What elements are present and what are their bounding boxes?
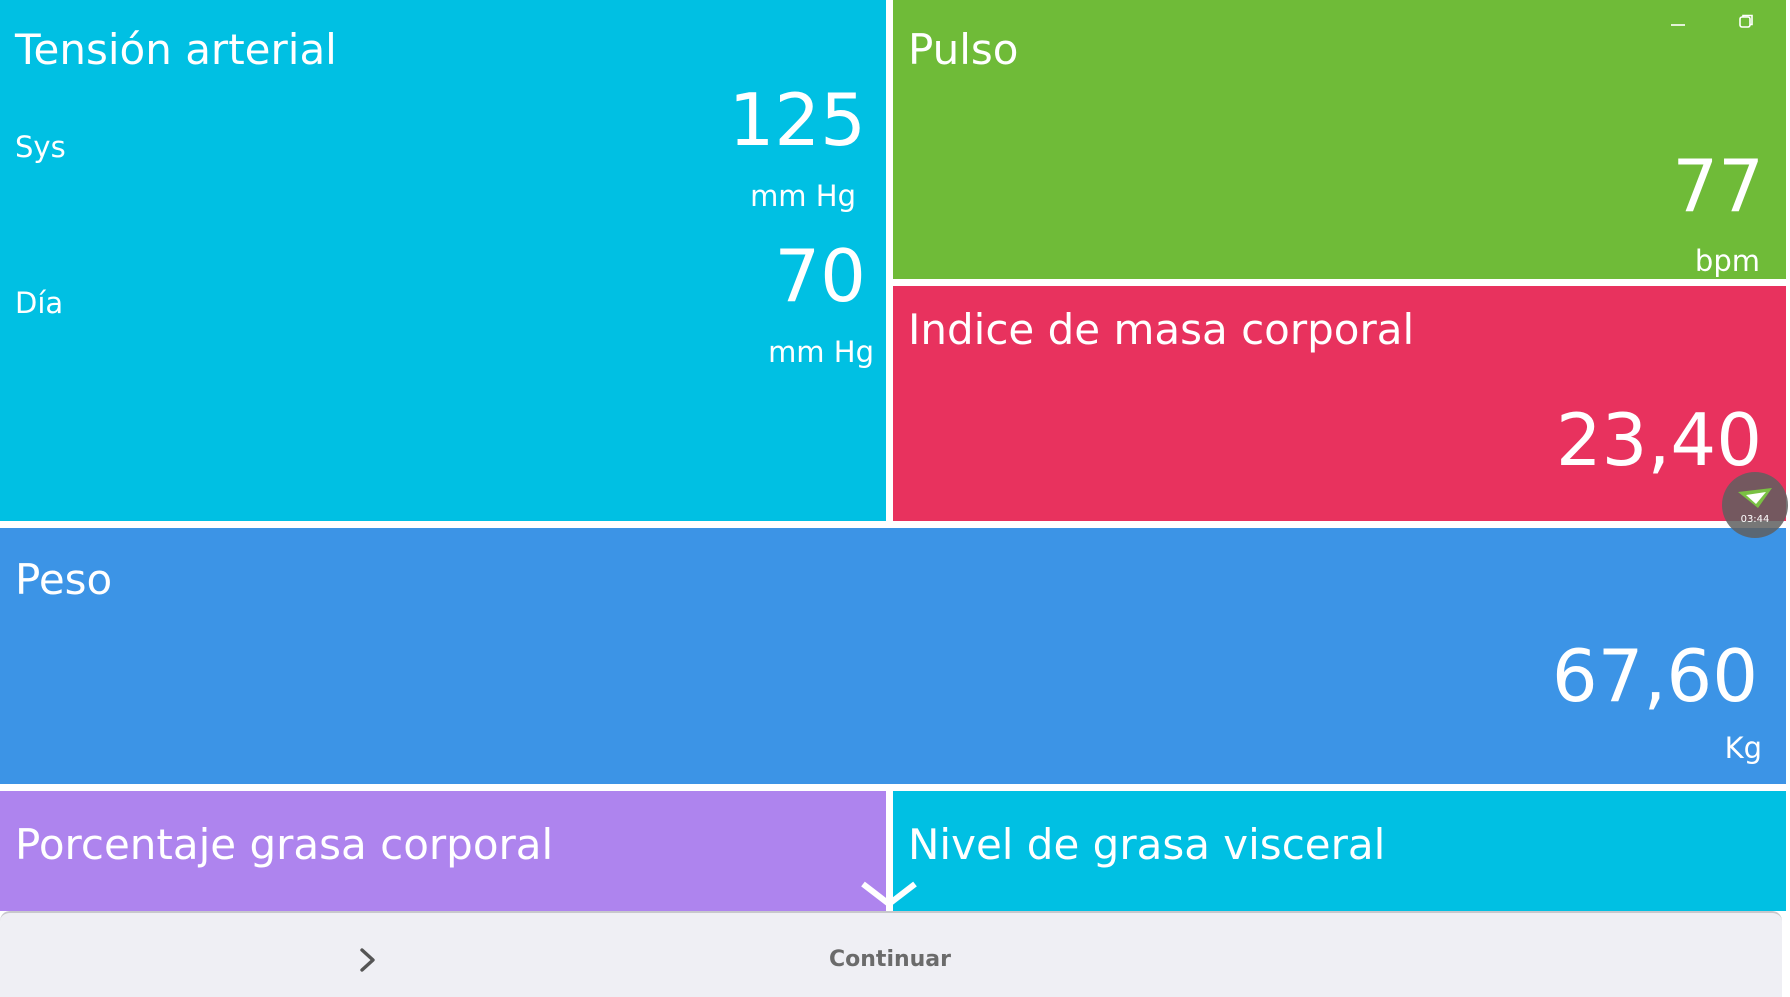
bmi-title: Indice de masa corporal (908, 305, 1415, 354)
weight-value: 67,60 (1551, 634, 1758, 718)
diastolic-value: 70 (774, 234, 866, 318)
weight-tile[interactable]: Peso 67,60 Kg (0, 528, 1786, 784)
minimize-icon[interactable] (1665, 8, 1691, 34)
blood-pressure-title: Tensión arterial (15, 25, 337, 74)
visceral-fat-title: Nivel de grasa visceral (908, 820, 1386, 869)
continue-button[interactable]: Continuar (780, 943, 1000, 977)
systolic-value: 125 (728, 78, 866, 162)
recorder-time: 03:44 (1740, 514, 1770, 525)
scroll-down-chevron-icon[interactable] (860, 880, 918, 910)
bottom-action-bar: Continuar (0, 911, 1782, 997)
systolic-label: Sys (15, 130, 66, 164)
weight-unit: Kg (1724, 731, 1762, 765)
pulse-unit: bpm (1694, 244, 1760, 278)
diastolic-unit: mm Hg (768, 335, 874, 369)
chevron-right-icon[interactable] (356, 943, 380, 977)
bmi-tile[interactable]: Indice de masa corporal 23,40 (893, 286, 1786, 521)
pulse-value: 77 (1672, 144, 1764, 228)
paper-plane-icon (1738, 488, 1772, 508)
health-summary-screen: Tensión arterial Sys 125 mm Hg Día 70 mm… (0, 0, 1790, 997)
blood-pressure-tile[interactable]: Tensión arterial Sys 125 mm Hg Día 70 mm… (0, 0, 886, 521)
restore-icon[interactable] (1733, 8, 1759, 34)
pulse-tile[interactable]: Pulso 77 bpm (893, 0, 1786, 279)
visceral-fat-tile[interactable]: Nivel de grasa visceral (893, 791, 1786, 911)
body-fat-title: Porcentaje grasa corporal (15, 820, 554, 869)
screen-recorder-bubble[interactable]: 03:44 (1722, 472, 1788, 538)
body-fat-tile[interactable]: Porcentaje grasa corporal (0, 791, 886, 911)
pulse-title: Pulso (908, 25, 1019, 74)
weight-title: Peso (15, 555, 113, 604)
systolic-unit: mm Hg (750, 179, 856, 213)
bmi-value: 23,40 (1555, 398, 1762, 482)
diastolic-label: Día (15, 286, 64, 320)
